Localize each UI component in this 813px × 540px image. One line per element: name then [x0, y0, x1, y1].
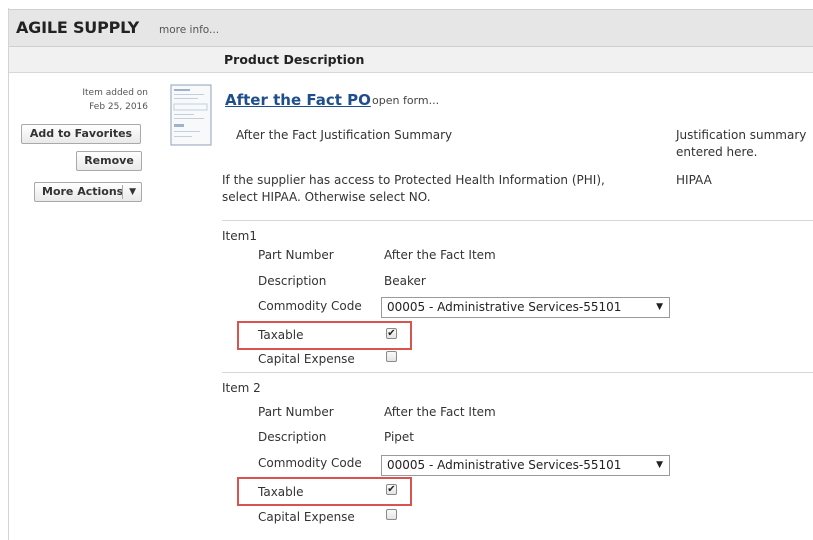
- item-heading: Item1: [222, 229, 257, 243]
- supplier-name: AGILE SUPPLY: [16, 18, 140, 37]
- part-number-value: After the Fact Item: [384, 248, 496, 262]
- chevron-down-icon: ▼: [656, 460, 663, 470]
- part-number-label: Part Number: [258, 405, 334, 419]
- chevron-down-icon: ▼: [656, 302, 663, 312]
- commodity-code-label: Commodity Code: [258, 299, 362, 313]
- capital-expense-checkbox[interactable]: [386, 351, 397, 362]
- justification-label: After the Fact Justification Summary: [236, 128, 453, 142]
- part-number-label: Part Number: [258, 248, 334, 262]
- description-value: Pipet: [384, 430, 415, 444]
- taxable-checkbox[interactable]: ✔: [386, 484, 397, 495]
- capital-expense-label: Capital Expense: [258, 352, 355, 366]
- document-form-icon[interactable]: [170, 84, 212, 146]
- section-divider: [222, 220, 813, 221]
- item-added-label: Item added on: [82, 88, 148, 98]
- panel-border: [8, 8, 9, 540]
- commodity-code-label: Commodity Code: [258, 456, 362, 470]
- justification-value-line2: entered here.: [676, 145, 758, 159]
- phi-value: HIPAA: [676, 173, 712, 187]
- supplier-header: AGILE SUPPLY more info...: [9, 9, 813, 47]
- split-divider: [122, 185, 123, 199]
- taxable-label: Taxable: [258, 328, 304, 342]
- phi-question-line1: If the supplier has access to Protected …: [222, 173, 605, 187]
- requisition-line-panel: AGILE SUPPLY more info... Product Descri…: [0, 0, 813, 540]
- item-heading: Item 2: [222, 381, 261, 395]
- supplier-more-info-link[interactable]: more info...: [159, 24, 219, 36]
- add-to-favorites-button[interactable]: Add to Favorites: [21, 124, 141, 144]
- more-actions-button[interactable]: More Actions ▼: [34, 182, 142, 202]
- more-actions-label: More Actions: [42, 185, 124, 198]
- commodity-code-select[interactable]: 00005 - Administrative Services-55101 ▼: [381, 455, 670, 476]
- description-value: Beaker: [384, 274, 426, 288]
- part-number-value: After the Fact Item: [384, 405, 496, 419]
- description-label: Description: [258, 274, 327, 288]
- justification-value-line1: Justification summary: [676, 128, 807, 142]
- taxable-label: Taxable: [258, 485, 304, 499]
- item-added-date: Feb 25, 2016: [89, 102, 148, 112]
- capital-expense-checkbox[interactable]: [386, 509, 397, 520]
- item-divider: [222, 372, 813, 373]
- commodity-code-value: 00005 - Administrative Services-55101: [387, 458, 622, 472]
- description-label: Description: [258, 430, 327, 444]
- column-header: Product Description: [9, 47, 813, 73]
- open-form-link[interactable]: open form...: [372, 94, 439, 107]
- form-title-link[interactable]: After the Fact PO: [225, 91, 371, 109]
- remove-button[interactable]: Remove: [76, 151, 142, 171]
- taxable-checkbox[interactable]: ✔: [386, 328, 397, 339]
- commodity-code-select[interactable]: 00005 - Administrative Services-55101 ▼: [381, 297, 670, 318]
- phi-question-line2: select HIPAA. Otherwise select NO.: [222, 190, 431, 204]
- commodity-code-value: 00005 - Administrative Services-55101: [387, 300, 622, 314]
- capital-expense-label: Capital Expense: [258, 510, 355, 524]
- chevron-down-icon[interactable]: ▼: [129, 183, 136, 201]
- product-description-header: Product Description: [224, 52, 365, 67]
